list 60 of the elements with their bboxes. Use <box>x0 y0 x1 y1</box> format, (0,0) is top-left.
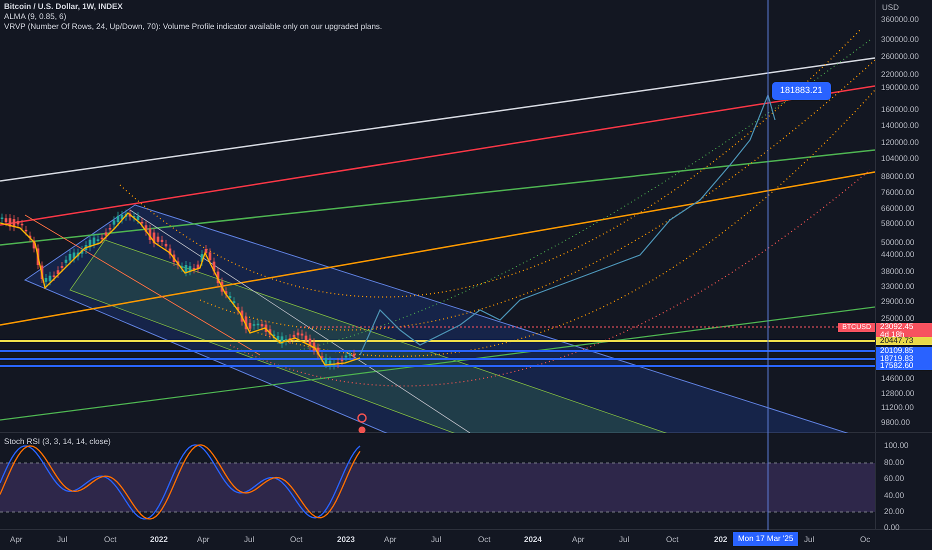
rsi-tick: 40.00 <box>884 491 904 501</box>
price-tick: 190000.00 <box>881 83 919 93</box>
price-tick: 25000.00 <box>881 314 914 323</box>
price-tick: 260000.00 <box>881 52 919 62</box>
time-tick: Apr <box>10 535 22 545</box>
time-tick: Apr <box>197 535 210 545</box>
time-tick: Oc <box>860 535 870 545</box>
time-tick: Jul <box>619 535 630 545</box>
time-tick: Oct <box>666 535 678 545</box>
price-tag: 23092.45 4d 18h <box>876 323 932 339</box>
time-tick: Jul <box>244 535 254 545</box>
time-tick: Jul <box>431 535 442 545</box>
price-tick: 33000.00 <box>881 282 914 292</box>
marker-icon[interactable] <box>357 413 367 423</box>
time-tick: Oct <box>478 535 490 545</box>
price-tick: 360000.00 <box>881 15 919 25</box>
indicator-legend: VRVP (Number Of Rows, 24, Up/Down, 70): Volume Profile indicator available only on our upgraded plans. <box>4 22 382 32</box>
price-tick: 220000.00 <box>881 70 919 80</box>
rsi-tick: 80.00 <box>884 458 904 468</box>
time-tick: Oct <box>290 535 302 545</box>
rsi-tick: 100.00 <box>884 441 908 451</box>
price-tag: 17582.60 <box>876 362 932 370</box>
rsi-tick: 20.00 <box>884 507 904 517</box>
price-tag: 20447.73 <box>876 337 932 345</box>
time-tick: Apr <box>384 535 396 545</box>
indicator-legend: ALMA (9, 0.85, 6) <box>4 12 382 22</box>
price-tick: 12800.00 <box>881 389 914 399</box>
price-tick: 11200.00 <box>881 403 914 413</box>
time-tick: Oct <box>104 535 116 545</box>
time-tick: 2024 <box>524 535 542 545</box>
time-tick: Apr <box>572 535 584 545</box>
currency-label: USD <box>882 2 899 14</box>
time-tick: Jul <box>804 535 814 545</box>
symbol-title: Bitcoin / U.S. Dollar, 1W, INDEX <box>4 2 124 12</box>
price-tick: 120000.00 <box>881 138 919 148</box>
price-tick: 29000.00 <box>881 297 914 307</box>
rsi-tick: 60.00 <box>884 474 904 484</box>
price-tick: 88000.00 <box>881 172 914 182</box>
indicator-title: Stoch RSI (3, 3, 14, 14, close) <box>4 436 111 448</box>
price-tick: 58000.00 <box>881 219 914 229</box>
price-tick: 44000.00 <box>881 250 914 260</box>
price-tick: 66000.00 <box>881 204 914 214</box>
price-tick: 50000.00 <box>881 238 914 248</box>
crosshair-date-label: Mon 17 Mar '25 <box>733 532 798 546</box>
price-tag: 20109.85 <box>876 347 932 355</box>
price-tick: 104000.00 <box>881 154 919 164</box>
price-tick: 160000.00 <box>881 105 919 115</box>
time-tick: 2022 <box>150 535 168 545</box>
price-tick: 14600.00 <box>881 374 914 384</box>
price-tick: 38000.00 <box>881 267 914 277</box>
price-tick: 76000.00 <box>881 188 914 198</box>
time-tick: 202 <box>714 535 728 545</box>
crosshair-price-label: 181883.21 <box>772 82 831 100</box>
price-tick: 9800.00 <box>881 418 910 428</box>
marker-icon[interactable] <box>358 426 366 433</box>
time-tick: Jul <box>57 535 68 545</box>
price-tick: 140000.00 <box>881 121 919 131</box>
rsi-tick: 0.00 <box>884 523 900 533</box>
price-tick: 300000.00 <box>881 35 919 45</box>
time-tick: 2023 <box>337 535 355 545</box>
